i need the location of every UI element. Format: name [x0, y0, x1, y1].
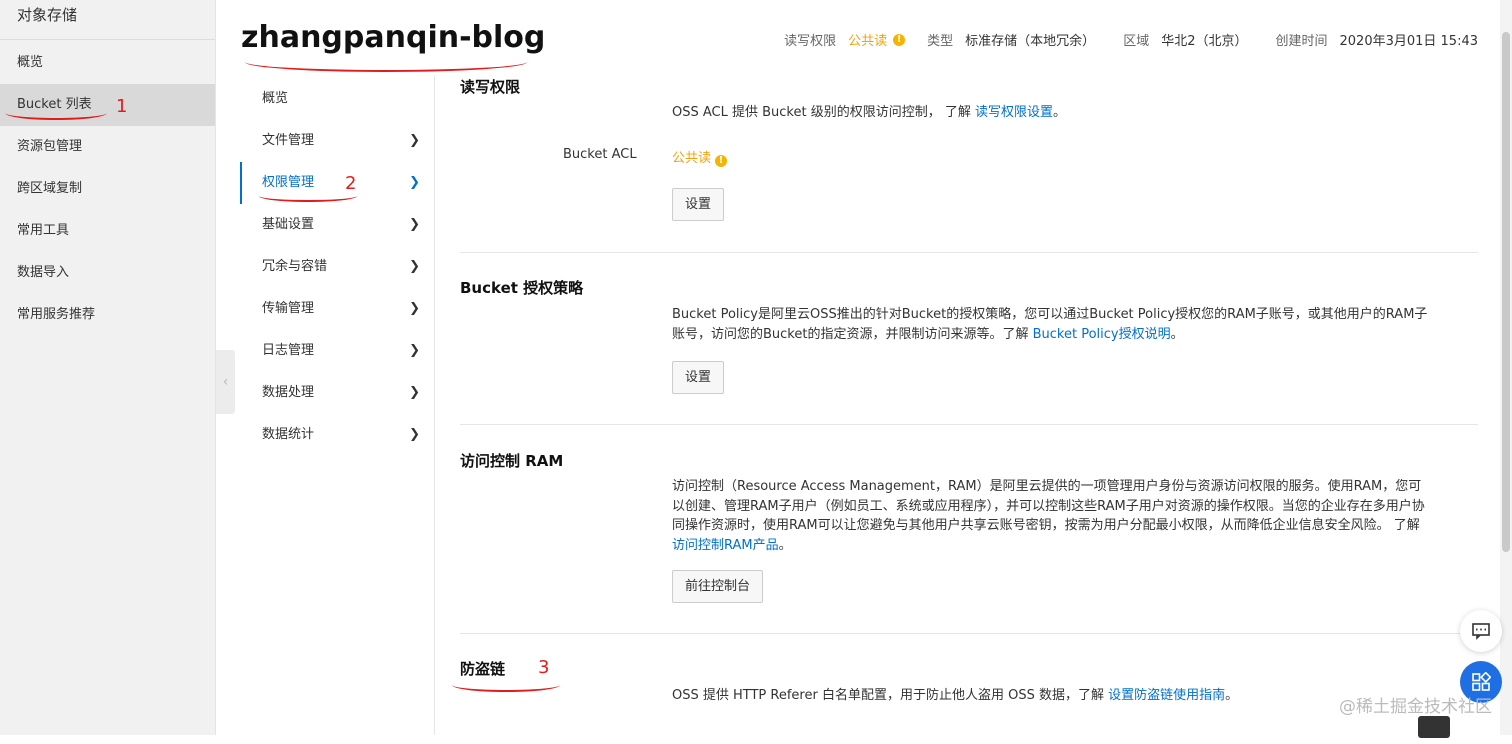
chevron-right-icon: ❯ [409, 259, 420, 274]
page-scrollbar[interactable] [1500, 0, 1512, 735]
subnav-item-file-management[interactable]: 文件管理 ❯ [240, 120, 434, 162]
section-description: OSS ACL 提供 Bucket 级别的权限访问控制， 了解 读写权限设置。 [672, 103, 1066, 123]
chevron-right-icon: ❯ [409, 385, 420, 400]
section-acl: 读写权限 OSS ACL 提供 Bucket 级别的权限访问控制， 了解 读写权… [460, 70, 1478, 253]
section-title: Bucket 授权策略 [460, 279, 584, 297]
annotation-underline-1 [5, 106, 107, 120]
acl-value-text: 公共读 [672, 151, 712, 166]
sidebar-item-overview[interactable]: 概览 [0, 42, 215, 84]
sidebar-item-data-import[interactable]: 数据导入 [0, 252, 215, 294]
annotation-underline-title [245, 52, 527, 72]
sidebar-item-cross-region-replication[interactable]: 跨区域复制 [0, 168, 215, 210]
chat-icon [1472, 623, 1490, 640]
section-bucket-policy: Bucket 授权策略 Bucket Policy是阿里云OSS推出的针对Buc… [460, 253, 1478, 425]
hotlink-guide-link[interactable]: 设置防盗链使用指南 [1108, 688, 1225, 703]
desc-end: 。 [778, 537, 792, 553]
desc-end: 。 [1053, 105, 1067, 120]
annotation-underline-3 [452, 678, 560, 692]
watermark: @稀土掘金技术社区 [1339, 697, 1492, 717]
subnav-label: 数据处理 [262, 385, 315, 400]
main-content: 读写权限 OSS ACL 提供 Bucket 级别的权限访问控制， 了解 读写权… [460, 70, 1478, 744]
chevron-right-icon: ❯ [409, 301, 420, 316]
subnav-label: 权限管理 [262, 175, 315, 190]
subnav-item-overview[interactable]: 概览 [240, 78, 434, 120]
apps-grid-icon [1472, 672, 1491, 691]
section-title: 防盗链 [460, 660, 506, 678]
warning-icon: ! [893, 33, 906, 46]
desc-text: OSS ACL 提供 Bucket 级别的权限访问控制， 了解 [672, 105, 975, 120]
acl-value: 公共读! [672, 147, 728, 167]
desc-text: OSS 提供 HTTP Referer 白名单配置，用于防止他人盗用 OSS 数… [672, 688, 1109, 703]
subnav-label: 传输管理 [262, 301, 315, 316]
subnav-label: 冗余与容错 [262, 259, 328, 274]
desc-end: 。 [1170, 326, 1184, 342]
sidebar-item-common-tools[interactable]: 常用工具 [0, 210, 215, 252]
section-description: OSS 提供 HTTP Referer 白名单配置，用于防止他人盗用 OSS 数… [672, 686, 1238, 706]
sidebar-item-resource-packages[interactable]: 资源包管理 [0, 126, 215, 168]
subnav-label: 文件管理 [262, 133, 315, 148]
annotation-number-2: 2 [345, 173, 357, 194]
section-description: 访问控制（Resource Access Management，RAM）是阿里云… [672, 477, 1432, 555]
subnav-item-statistics[interactable]: 数据统计 ❯ [240, 414, 434, 456]
scrollbar-thumb[interactable] [1502, 32, 1510, 552]
meta-region-key: 区域 [1123, 34, 1150, 49]
feedback-button[interactable] [1460, 610, 1502, 652]
chevron-right-icon: ❯ [409, 427, 420, 442]
chevron-right-icon: ❯ [409, 133, 420, 148]
chevron-right-icon: ❯ [409, 175, 420, 190]
warning-icon: ! [715, 155, 728, 167]
annotation-underline-2 [259, 190, 357, 202]
subnav-label: 基础设置 [262, 217, 315, 232]
subnav-label: 概览 [262, 91, 289, 106]
ram-product-link[interactable]: 访问控制RAM产品 [672, 538, 779, 553]
meta-created-key: 创建时间 [1275, 34, 1328, 49]
subnav-item-logs[interactable]: 日志管理 ❯ [240, 330, 434, 372]
bucket-sub-nav: 概览 文件管理 ❯ 权限管理 ❯ 基础设置 ❯ 冗余与容错 ❯ 传输管理 ❯ 日志管理 ❯ … [240, 78, 434, 456]
section-hotlink-protection: 防盗链 OSS 提供 HTTP Referer 白名单配置，用于防止他人盗用 O… [460, 634, 1478, 744]
subnav-item-basic-settings[interactable]: 基础设置 ❯ [240, 204, 434, 246]
meta-type-value: 标准存储（本地冗余） [965, 34, 1096, 49]
meta-region-value: 华北2（北京） [1161, 34, 1248, 49]
subnav-item-redundancy[interactable]: 冗余与容错 ❯ [240, 246, 434, 288]
chevron-right-icon: ❯ [409, 217, 420, 232]
sidebar-collapse-handle[interactable]: ‹ [216, 350, 235, 414]
subnav-label: 日志管理 [262, 343, 315, 358]
subnav-label: 数据统计 [262, 427, 315, 442]
sidebar-item-bucket-list[interactable]: Bucket 列表 [0, 84, 215, 126]
chevron-left-icon: ‹ [222, 374, 229, 390]
subnav-divider [434, 76, 435, 735]
desc-end: 。 [1225, 688, 1239, 703]
subnav-item-transfer[interactable]: 传输管理 ❯ [240, 288, 434, 330]
meta-acl-key: 读写权限 [784, 34, 837, 49]
bucket-name-title: zhangpanqin-blog [241, 20, 546, 55]
bucket-meta: 读写权限 公共读 ! 类型 标准存储（本地冗余） 区域 华北2（北京） 创建时间… [784, 30, 1478, 49]
bucket-policy-link[interactable]: Bucket Policy授权说明 [1033, 327, 1171, 342]
meta-created-value: 2020年3月01日 15:43 [1339, 34, 1479, 49]
go-to-console-button[interactable]: 前往控制台 [672, 570, 764, 603]
acl-settings-button[interactable]: 设置 [672, 188, 725, 221]
meta-acl-value: 公共读 [848, 34, 888, 49]
section-ram: 访问控制 RAM 访问控制（Resource Access Management… [460, 425, 1478, 634]
subnav-item-data-processing[interactable]: 数据处理 ❯ [240, 372, 434, 414]
meta-type-key: 类型 [927, 34, 954, 49]
sidebar-item-recommended-services[interactable]: 常用服务推荐 [0, 294, 215, 336]
section-description: Bucket Policy是阿里云OSS推出的针对Bucket的授权策略，您可以… [672, 305, 1438, 344]
section-title: 访问控制 RAM [460, 452, 564, 470]
acl-settings-link[interactable]: 读写权限设置 [975, 105, 1053, 120]
sidebar-title: 对象存储 [0, 0, 215, 40]
policy-settings-button[interactable]: 设置 [672, 361, 725, 394]
annotation-number-3: 3 [538, 657, 550, 678]
acl-label: Bucket ACL [563, 147, 637, 162]
desc-text: 访问控制（Resource Access Management，RAM）是阿里云… [672, 479, 1425, 533]
chevron-right-icon: ❯ [409, 343, 420, 358]
section-title: 读写权限 [460, 78, 521, 96]
annotation-number-1: 1 [116, 96, 128, 117]
